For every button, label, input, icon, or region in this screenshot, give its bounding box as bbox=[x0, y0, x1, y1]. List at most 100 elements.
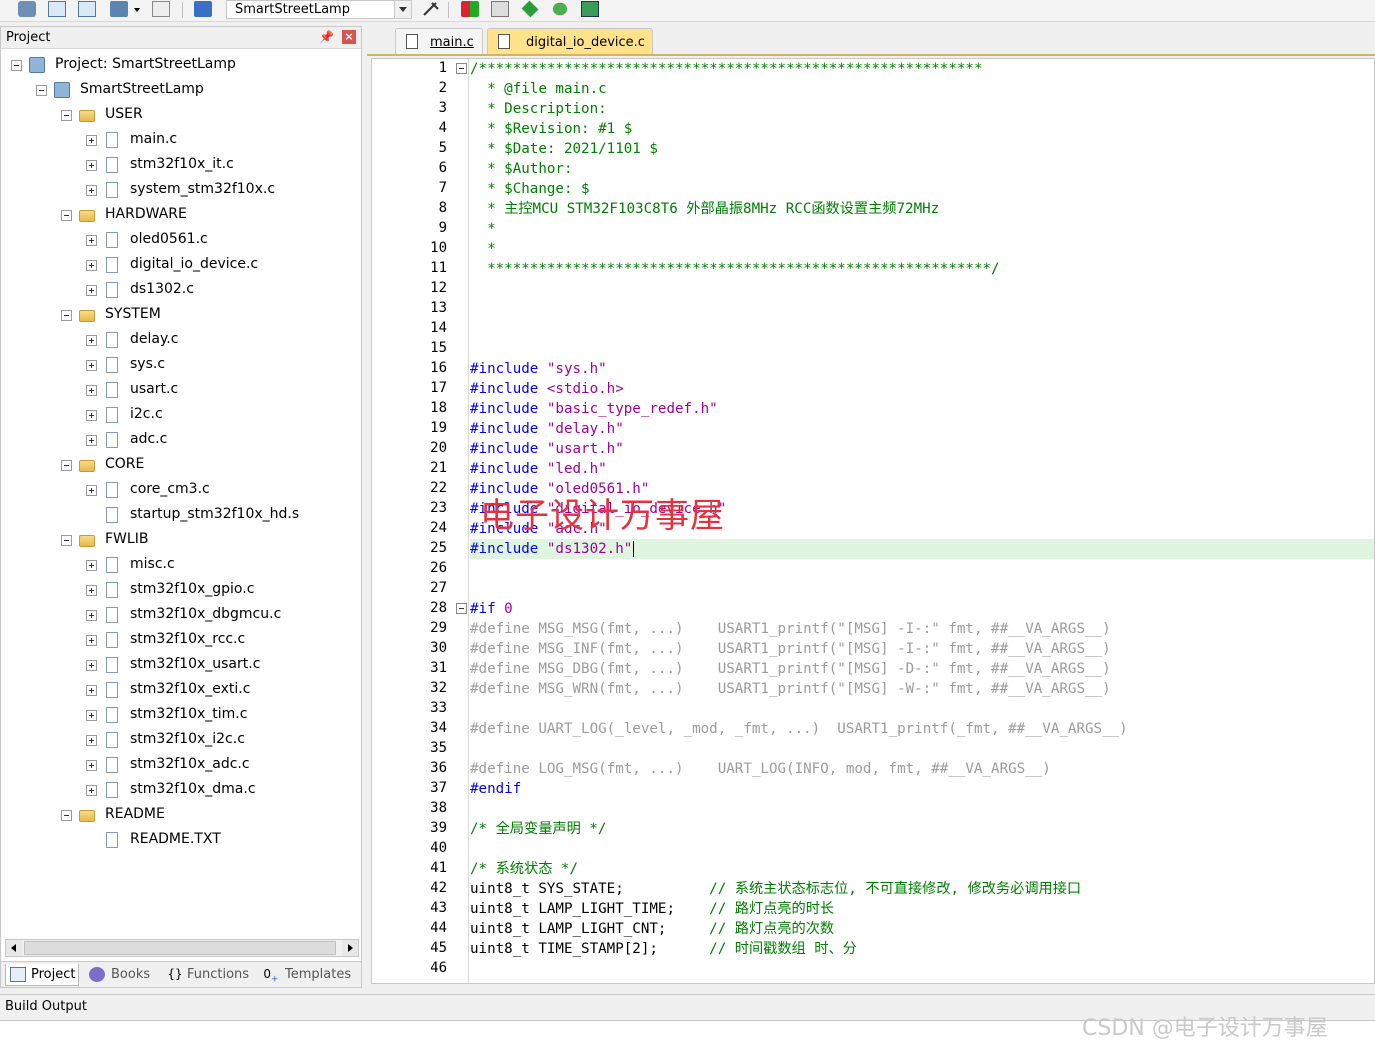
expand-icon[interactable] bbox=[86, 710, 97, 721]
code-line[interactable] bbox=[470, 839, 1370, 859]
collapse-icon[interactable] bbox=[61, 310, 72, 321]
tree-folder-item[interactable]: CORE bbox=[1, 453, 357, 478]
options-icon[interactable] bbox=[152, 1, 170, 17]
code-line[interactable]: uint8_t LAMP_LIGHT_CNT; // 路灯点亮的次数 bbox=[470, 919, 1370, 939]
code-line[interactable]: #define MSG_INF(fmt, ...) USART1_printf(… bbox=[470, 639, 1370, 659]
tree-folder-item[interactable]: README bbox=[1, 803, 357, 828]
expand-icon[interactable] bbox=[86, 560, 97, 571]
run-env-icon[interactable] bbox=[521, 0, 539, 18]
code-line[interactable]: #define MSG_WRN(fmt, ...) USART1_printf(… bbox=[470, 679, 1370, 699]
collapse-icon[interactable] bbox=[61, 810, 72, 821]
code-line[interactable]: * @file main.c bbox=[470, 79, 1370, 99]
tree-file-item[interactable]: README.TXT bbox=[1, 828, 357, 853]
tab-project[interactable]: Project bbox=[5, 964, 79, 986]
code-line[interactable]: * $Change: $ bbox=[470, 179, 1370, 199]
tree-file-item[interactable]: usart.c bbox=[1, 378, 357, 403]
tree-folder-item[interactable]: SYSTEM bbox=[1, 303, 357, 328]
expand-icon[interactable] bbox=[86, 285, 97, 296]
tree-file-item[interactable]: misc.c bbox=[1, 553, 357, 578]
tree-file-item[interactable]: stm32f10x_gpio.c bbox=[1, 578, 357, 603]
tools-icon[interactable] bbox=[581, 1, 599, 17]
expand-icon[interactable] bbox=[86, 785, 97, 796]
tree-file-item[interactable]: stm32f10x_adc.c bbox=[1, 753, 357, 778]
tree-target-item[interactable]: SmartStreetLamp bbox=[1, 78, 357, 103]
pack-installer-icon[interactable] bbox=[491, 1, 509, 17]
tree-file-item[interactable]: delay.c bbox=[1, 328, 357, 353]
collapse-icon[interactable] bbox=[61, 210, 72, 221]
expand-icon[interactable] bbox=[86, 160, 97, 171]
mgr-icon[interactable] bbox=[552, 2, 568, 16]
code-line[interactable]: * bbox=[470, 239, 1370, 259]
chevron-down-icon[interactable] bbox=[394, 1, 411, 18]
code-line[interactable]: #if 0 bbox=[470, 599, 1370, 619]
code-line[interactable] bbox=[470, 339, 1370, 359]
expand-icon[interactable] bbox=[86, 335, 97, 346]
expand-icon[interactable] bbox=[86, 260, 97, 271]
close-icon[interactable]: × bbox=[342, 30, 356, 44]
dropdown-arrow-icon[interactable] bbox=[133, 1, 141, 17]
tab-functions[interactable]: {} Functions bbox=[165, 964, 255, 986]
collapse-icon[interactable] bbox=[61, 535, 72, 546]
expand-icon[interactable] bbox=[86, 635, 97, 646]
code-line[interactable] bbox=[470, 699, 1370, 719]
tree-folder-item[interactable]: HARDWARE bbox=[1, 203, 357, 228]
target-select[interactable]: SmartStreetLamp bbox=[226, 0, 412, 19]
select-packs-icon[interactable] bbox=[461, 1, 479, 17]
code-line[interactable]: #include "sys.h" bbox=[470, 359, 1370, 379]
expand-icon[interactable] bbox=[86, 585, 97, 596]
code-line[interactable] bbox=[470, 579, 1370, 599]
code-line[interactable]: #define UART_LOG(_level, _mod, _fmt, ...… bbox=[470, 719, 1370, 739]
code-line[interactable]: #include "basic_type_redef.h" bbox=[470, 399, 1370, 419]
tree-file-item[interactable]: oled0561.c bbox=[1, 228, 357, 253]
tree-file-item[interactable]: stm32f10x_usart.c bbox=[1, 653, 357, 678]
code-line[interactable]: #include "ds1302.h"​ bbox=[470, 539, 1374, 559]
code-line[interactable]: /* 全局变量声明 */ bbox=[470, 819, 1370, 839]
code-line[interactable]: * $Author: bbox=[470, 159, 1370, 179]
expand-icon[interactable] bbox=[86, 685, 97, 696]
batch-build-icon[interactable] bbox=[78, 1, 96, 17]
tree-file-item[interactable]: stm32f10x_rcc.c bbox=[1, 628, 357, 653]
code-line[interactable]: uint8_t SYS_STATE; // 系统主状态标志位, 不可直接修改, … bbox=[470, 879, 1370, 899]
tree-file-item[interactable]: core_cm3.c bbox=[1, 478, 357, 503]
code-line[interactable]: ****************************************… bbox=[470, 259, 1370, 279]
manage-icon[interactable] bbox=[422, 1, 440, 17]
code-line[interactable] bbox=[470, 959, 1370, 979]
code-line[interactable]: #include "usart.h" bbox=[470, 439, 1370, 459]
expand-icon[interactable] bbox=[86, 485, 97, 496]
expand-icon[interactable] bbox=[86, 660, 97, 671]
download-icon[interactable] bbox=[110, 1, 128, 17]
code-line[interactable]: #define LOG_MSG(fmt, ...) UART_LOG(INFO,… bbox=[470, 759, 1370, 779]
tree-file-item[interactable]: adc.c bbox=[1, 428, 357, 453]
collapse-icon[interactable] bbox=[61, 110, 72, 121]
code-line[interactable]: /* 系统状态 */ bbox=[470, 859, 1370, 879]
tree-file-item[interactable]: stm32f10x_tim.c bbox=[1, 703, 357, 728]
tree-file-item[interactable]: startup_stm32f10x_hd.s bbox=[1, 503, 357, 528]
tree-file-item[interactable]: stm32f10x_dbgmcu.c bbox=[1, 603, 357, 628]
tree-file-item[interactable]: sys.c bbox=[1, 353, 357, 378]
code-line[interactable]: * 主控MCU STM32F103C8T6 外部晶振8MHz RCC函数设置主频… bbox=[470, 199, 1370, 219]
fold-collapse-icon[interactable] bbox=[456, 603, 467, 614]
expand-icon[interactable] bbox=[86, 435, 97, 446]
tab-main-c[interactable]: main.c bbox=[395, 28, 483, 54]
code-line[interactable]: #include <stdio.h> bbox=[470, 379, 1370, 399]
code-line[interactable]: uint8_t TIME_STAMP[2]; // 时间戳数组 时、分 bbox=[470, 939, 1370, 959]
collapse-icon[interactable] bbox=[11, 60, 22, 71]
code-line[interactable]: * bbox=[470, 219, 1370, 239]
expand-icon[interactable] bbox=[86, 610, 97, 621]
collapse-icon[interactable] bbox=[61, 460, 72, 471]
code-line[interactable] bbox=[470, 559, 1370, 579]
horizontal-scrollbar[interactable] bbox=[5, 939, 359, 957]
code-line[interactable] bbox=[470, 299, 1370, 319]
scrollbar-thumb[interactable] bbox=[24, 941, 336, 955]
tree-folder-item[interactable]: USER bbox=[1, 103, 357, 128]
code-line[interactable] bbox=[470, 319, 1370, 339]
code-line[interactable]: #define MSG_DBG(fmt, ...) USART1_printf(… bbox=[470, 659, 1370, 679]
tree-file-item[interactable]: stm32f10x_exti.c bbox=[1, 678, 357, 703]
tree-file-item[interactable]: stm32f10x_it.c bbox=[1, 153, 357, 178]
tree-file-item[interactable]: digital_io_device.c bbox=[1, 253, 357, 278]
scroll-left-icon[interactable] bbox=[6, 940, 22, 956]
scroll-right-icon[interactable] bbox=[342, 940, 358, 956]
tab-templates[interactable]: 0+ Templates bbox=[263, 964, 359, 986]
tab-books[interactable]: Books bbox=[87, 964, 157, 986]
rebuild-icon[interactable] bbox=[48, 1, 66, 17]
